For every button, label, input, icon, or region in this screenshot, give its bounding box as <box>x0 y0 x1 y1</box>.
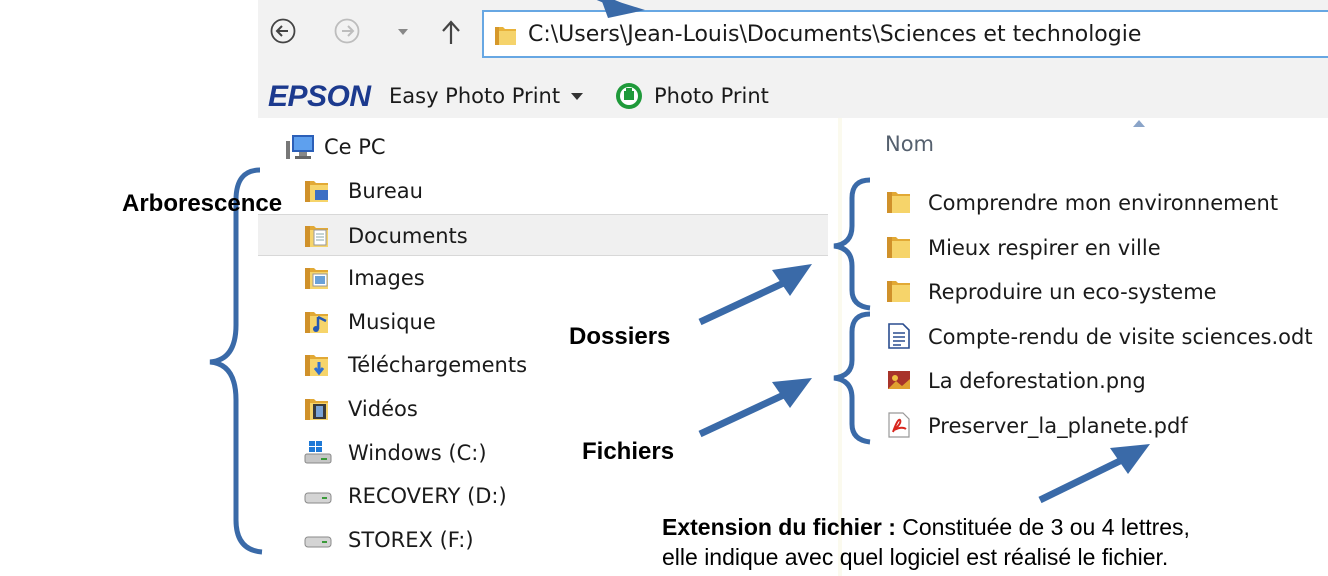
dossiers-brace <box>833 177 871 311</box>
arborescence-brace <box>209 167 263 555</box>
label-dossiers: Dossiers <box>569 323 671 350</box>
annotation-arrows <box>596 0 1150 504</box>
extension-line1: Constituée de 3 ou 4 lettres, <box>895 514 1190 540</box>
fichiers-brace <box>833 311 871 445</box>
label-arborescence: Arborescence <box>122 190 283 217</box>
extension-line2: elle indique avec quel logiciel est réal… <box>662 544 1169 570</box>
annotation-overlay <box>209 0 1150 555</box>
label-fichiers: Fichiers <box>582 438 675 465</box>
extension-note: Extension du fichier : Constituée de 3 o… <box>662 512 1328 572</box>
extension-title: Extension du fichier : <box>662 514 896 540</box>
